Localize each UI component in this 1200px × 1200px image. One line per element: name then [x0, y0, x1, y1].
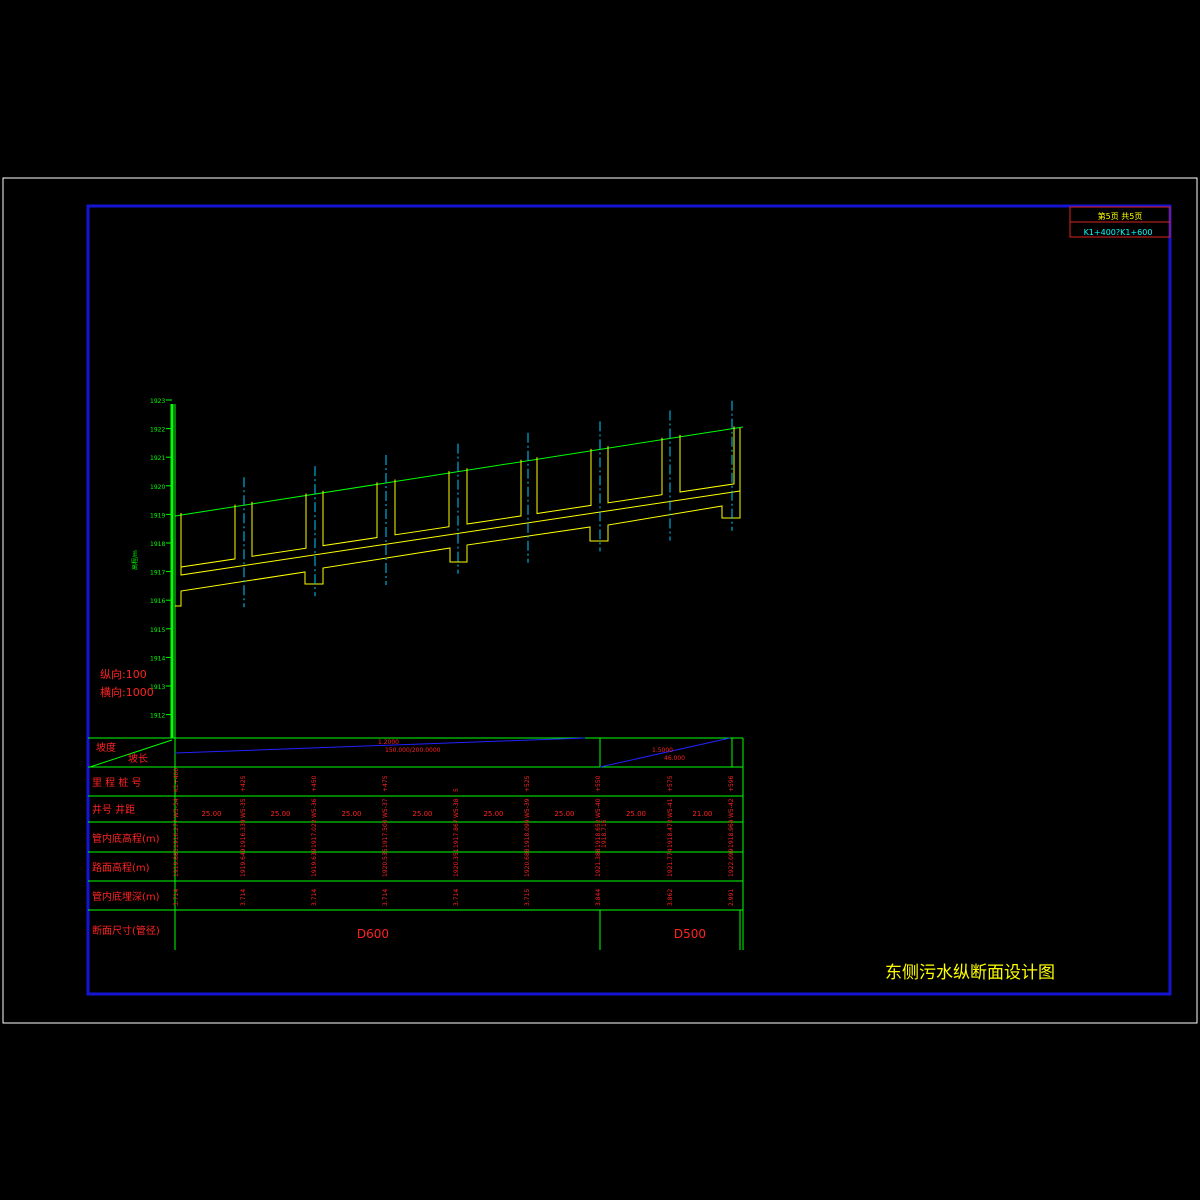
- well-id: W5-36: [311, 798, 318, 818]
- well-id: W5-34: [173, 798, 180, 818]
- page-info: 第5页 共5页: [1098, 211, 1143, 221]
- pipe-depth-value: 3.714: [382, 889, 389, 906]
- axis-tick-label: 1922: [150, 427, 165, 434]
- drawing-frame: [86, 204, 1172, 996]
- axis-tick-label: 1921: [150, 455, 165, 462]
- pipe-depth-value: 3.844: [595, 889, 602, 906]
- station-value: 5: [453, 788, 460, 792]
- axis-tick-label: 1914: [150, 655, 165, 662]
- road-elevation-value: 1922.099: [728, 848, 735, 877]
- pipe-invert-value: 1916.339: [240, 819, 247, 848]
- axis-tick-label: 1917: [150, 570, 165, 577]
- title-block: 第5页 共5页 K1+400?K1+600: [1069, 206, 1171, 238]
- pipe-depth-value: 3.714: [173, 889, 180, 906]
- well-distance: 25.00: [412, 810, 432, 818]
- station-value: +575: [667, 775, 674, 792]
- row-label-well: 井号 井距: [92, 803, 135, 816]
- axis-tick-label: 1918: [150, 541, 165, 548]
- slope-value-1: 1.2000: [378, 739, 399, 746]
- well-id: W5-38: [453, 798, 460, 818]
- row-label-slope: 坡度: [96, 741, 116, 754]
- pipe-depth-value: 3.714: [240, 889, 247, 906]
- section-size-1: D600: [357, 927, 389, 941]
- row-label-pipe-depth: 管内底埋深(m): [92, 890, 160, 903]
- station-value: +550: [595, 775, 602, 792]
- well-id: W5-42: [728, 798, 735, 818]
- station-value: K1+400: [173, 768, 180, 792]
- pipe-invert-value: 1918.472: [667, 819, 674, 848]
- well-distance: 25.00: [270, 810, 290, 818]
- well-chamber: [679, 426, 735, 493]
- axis-tick-label: 1919: [150, 512, 165, 519]
- axis-ticks: 1923 1922 1921 1920 1919 1918 1917 1916 1915 1914…: [150, 398, 172, 720]
- well-distance: 25.00: [626, 810, 646, 818]
- road-elevation-value: 1919.639: [311, 848, 318, 877]
- range-label: K1+400?K1+600: [1084, 228, 1153, 237]
- road-elevation-value: 1921.774: [667, 848, 674, 877]
- well-distance: 25.00: [201, 810, 221, 818]
- road-elevation-value: 1919.885: [173, 848, 180, 877]
- row-label-length: 坡长: [128, 752, 148, 765]
- road-elevation-value: 1919.649: [240, 848, 247, 877]
- axis-tick-label: 1915: [150, 627, 165, 634]
- pipe-invert-value: 1916.277: [173, 819, 180, 848]
- pipe-depth-value: 3.862: [667, 889, 674, 906]
- road-surface-line: [174, 426, 744, 517]
- pipe-depth-value: 2.991: [728, 889, 735, 906]
- length-value-1: 150.000/200.0000: [385, 747, 441, 754]
- well-distance: 21.00: [692, 810, 712, 818]
- row-label-road-elev: 路面高程(m): [92, 861, 150, 874]
- axis-tick-label: 1920: [150, 484, 165, 491]
- drawing-title: 东侧污水纵断面设计图: [885, 963, 1055, 983]
- axis-label: 高程/m: [131, 550, 139, 570]
- pipe-depth-value: 3.714: [311, 889, 318, 906]
- pipe-invert-value: 1918.099: [524, 819, 531, 848]
- pipe-invert-value: 1918.716: [601, 819, 608, 848]
- vertical-scale: 纵向:100: [100, 667, 147, 681]
- road-elevation-value: 1920.351: [453, 848, 460, 877]
- station-value: +596: [728, 775, 735, 792]
- station-value: +425: [240, 775, 247, 792]
- station-value: +475: [382, 775, 389, 792]
- well-distance: 25.00: [554, 810, 574, 818]
- well-id: W5-41: [667, 798, 674, 818]
- road-elevation-value: 1921.388: [595, 848, 602, 877]
- row-label-section: 断面尺寸(管径): [92, 924, 160, 937]
- length-value-2: 46.000: [664, 755, 685, 762]
- well-distance: 25.00: [483, 810, 503, 818]
- drawing-canvas: 第5页 共5页 K1+400?K1+600 高程/m 1923192219211…: [2, 177, 1198, 1024]
- axis-tick-label: 1923: [150, 398, 165, 405]
- well-id: W5-40: [595, 798, 602, 818]
- pipe-invert-value: 1918.968: [728, 819, 735, 848]
- axis-tick-label: 1916: [150, 598, 165, 605]
- well-id: W5-37: [382, 798, 389, 818]
- axis-tick-label: 1912: [150, 713, 165, 720]
- well-id: W5-39: [524, 798, 531, 818]
- section-size-2: D500: [674, 927, 706, 941]
- row-label-pipe-invert: 管内底高程(m): [92, 832, 160, 845]
- well-id: W5-35: [240, 798, 247, 818]
- road-elevation-value: 1920.535: [382, 848, 389, 877]
- pipe-depth-value: 3.715: [524, 889, 531, 906]
- pipe-depth-value: 3.714: [453, 889, 460, 906]
- station-value: +525: [524, 775, 531, 792]
- pipe-invert-value: 1917.500: [382, 819, 389, 848]
- well-chamber: [536, 448, 592, 515]
- horizontal-scale: 横向:1000: [100, 685, 154, 699]
- profile: [174, 426, 744, 607]
- row-label-station: 里 程 桩 号: [92, 776, 142, 789]
- station-value: +450: [311, 775, 318, 792]
- table-values: K1+400 +425 +450 +475 5 +525 +550 +575 +596 W5-34…: [173, 768, 735, 906]
- data-table: [88, 737, 744, 950]
- pipe-invert-value: 1917.867: [453, 819, 460, 848]
- well-chamber: [607, 437, 663, 504]
- slope-value-2: 1.5000: [652, 747, 673, 754]
- pipe-invert-value: 1917.022: [311, 819, 318, 848]
- well-centerlines: [243, 400, 733, 608]
- road-elevation-value: 1920.688: [524, 848, 531, 877]
- well-distance: 25.00: [341, 810, 361, 818]
